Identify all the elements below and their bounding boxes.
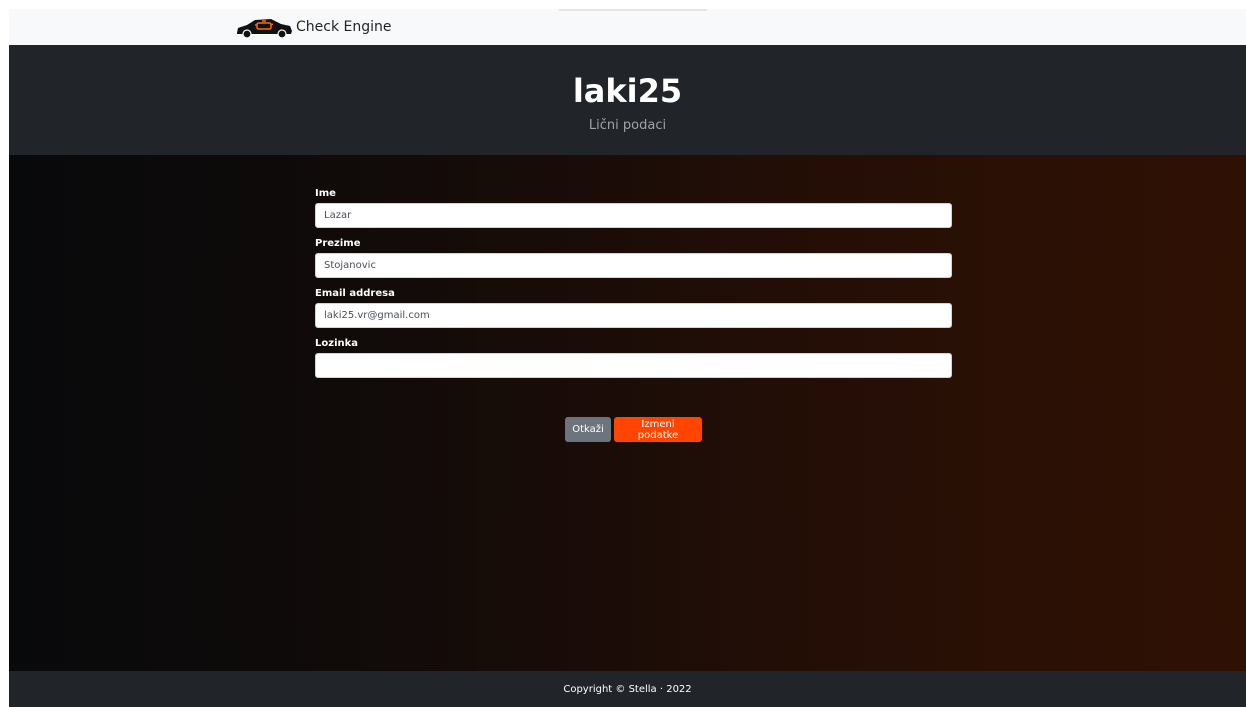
- email-field[interactable]: [315, 303, 952, 328]
- first-name-group: Ime: [315, 188, 952, 228]
- password-label: Lozinka: [315, 338, 359, 349]
- email-label: Email addresa: [315, 288, 395, 299]
- first-name-label: Ime: [315, 188, 336, 199]
- password-group: Lozinka: [315, 338, 952, 378]
- page-title: laki25: [572, 72, 683, 110]
- last-name-group: Prezime: [315, 238, 952, 278]
- cancel-button[interactable]: Otkaži: [565, 417, 611, 442]
- save-button[interactable]: Izmeni podatke: [614, 417, 702, 442]
- top-navbar: Check Engine: [9, 9, 1246, 45]
- last-name-field[interactable]: [315, 253, 952, 278]
- main-content: Ime Prezime Email addresa Lozinka Otkaži…: [9, 155, 1246, 671]
- app-frame: Check Engine laki25 Lični podaci Ime Pre…: [9, 9, 1246, 707]
- navbar-top-line: [559, 9, 707, 11]
- last-name-label: Prezime: [315, 238, 361, 249]
- email-group: Email addresa: [315, 288, 952, 328]
- brand-text: Check Engine: [296, 19, 392, 35]
- brand-link[interactable]: Check Engine: [235, 16, 392, 38]
- profile-form: Ime Prezime Email addresa Lozinka: [315, 188, 952, 388]
- form-actions: Otkaži Izmeni podatke: [565, 417, 702, 442]
- page-footer: Copyright © Stella · 2022: [9, 671, 1246, 707]
- page-subtitle: Lični podaci: [588, 118, 667, 133]
- password-field[interactable]: [315, 353, 952, 378]
- copyright-text: Copyright © Stella · 2022: [563, 683, 692, 695]
- first-name-field[interactable]: [315, 203, 952, 228]
- car-check-engine-icon: [237, 19, 292, 38]
- page-header: laki25 Lični podaci: [9, 45, 1246, 155]
